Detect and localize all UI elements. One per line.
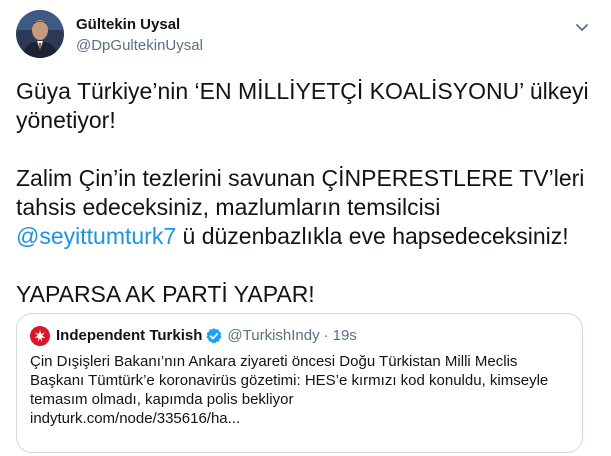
- quoted-timestamp[interactable]: 19s: [333, 327, 357, 345]
- separator-dot: ·: [323, 327, 329, 344]
- author-display-name[interactable]: Gültekin Uysal: [76, 15, 203, 34]
- quoted-tweet-body: Çin Dışişleri Bakanı’nın Ankara ziyareti…: [30, 353, 549, 408]
- quoted-tweet-header: Independent Turkish @TurkishIndy · 19s: [30, 326, 357, 346]
- tweet-paragraph-2-end: ü düzenbazlıkla eve hapsedeceksiniz!: [176, 223, 569, 249]
- author-block: Gültekin Uysal @DpGultekinUysal: [76, 15, 203, 55]
- tweet-paragraph-2: Zalim Çin’in tezlerini savunan ÇİNPEREST…: [16, 164, 596, 251]
- tweet-paragraph-1: Güya Türkiye’nin ‘EN MİLLİYETÇİ KOALİSYO…: [16, 78, 589, 133]
- mention-link[interactable]: @seyittumturk7: [16, 223, 176, 249]
- avatar[interactable]: [16, 10, 64, 58]
- quoted-tweet-link[interactable]: indyturk.com/node/335616/ha...: [30, 409, 575, 428]
- quoted-author-handle[interactable]: @TurkishIndy: [227, 327, 319, 345]
- tweet-paragraph-3: YAPARSA AK PARTİ YAPAR!: [16, 281, 315, 307]
- verified-badge-icon: [206, 328, 222, 344]
- quoted-author-name[interactable]: Independent Turkish: [56, 327, 202, 345]
- independent-logo-icon: [30, 326, 50, 346]
- quoted-tweet-text: Çin Dışişleri Bakanı’nın Ankara ziyareti…: [30, 352, 575, 428]
- tweet-paragraph-2-start: Zalim Çin’in tezlerini savunan ÇİNPEREST…: [16, 165, 585, 220]
- chevron-down-icon: [576, 24, 588, 31]
- quoted-tweet[interactable]: Independent Turkish @TurkishIndy · 19s Ç…: [16, 313, 583, 453]
- tweet-text: Güya Türkiye’nin ‘EN MİLLİYETÇİ KOALİSYO…: [16, 77, 596, 309]
- author-handle[interactable]: @DpGultekinUysal: [76, 36, 203, 55]
- more-options-button[interactable]: [569, 14, 595, 40]
- avatar-image: [16, 10, 64, 58]
